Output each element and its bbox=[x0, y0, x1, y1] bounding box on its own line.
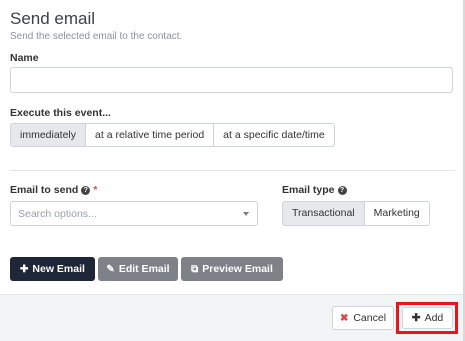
preview-email-label: Preview Email bbox=[202, 263, 273, 275]
edit-email-button[interactable]: ✎ Edit Email bbox=[98, 257, 178, 281]
execute-button-group: immediately at a relative time period at… bbox=[10, 123, 335, 147]
email-type-transactional[interactable]: Transactional bbox=[282, 201, 365, 226]
email-type-button-group: Transactional Marketing bbox=[282, 201, 430, 226]
modal-body: Send email Send the selected email to th… bbox=[0, 0, 465, 294]
email-to-send-label: Email to send? * bbox=[10, 184, 97, 196]
add-button[interactable]: ✚ Add bbox=[402, 307, 453, 329]
email-type-label: Email type? bbox=[282, 184, 347, 196]
email-type-marketing[interactable]: Marketing bbox=[363, 201, 430, 226]
external-link-icon: ⧉ bbox=[191, 263, 199, 275]
add-label: Add bbox=[424, 312, 444, 324]
new-email-button[interactable]: ✚ New Email bbox=[10, 257, 95, 281]
dialog-subtitle: Send the selected email to the contact. bbox=[10, 31, 183, 42]
edit-icon: ✎ bbox=[106, 263, 115, 275]
execute-label: Execute this event... bbox=[10, 107, 111, 119]
execute-option-immediately[interactable]: immediately bbox=[10, 123, 87, 147]
section-divider bbox=[10, 170, 455, 171]
email-select-placeholder: Search options... bbox=[18, 208, 97, 220]
execute-option-relative[interactable]: at a relative time period bbox=[85, 123, 215, 147]
preview-email-button[interactable]: ⧉ Preview Email bbox=[181, 257, 283, 281]
dialog-title: Send email bbox=[10, 9, 96, 28]
question-circle-icon: ? bbox=[81, 186, 91, 195]
cancel-label: Cancel bbox=[353, 312, 387, 324]
plus-icon: ✚ bbox=[411, 312, 421, 324]
plus-icon: ✚ bbox=[20, 263, 29, 275]
required-mark: * bbox=[93, 184, 98, 196]
email-select[interactable]: Search options... bbox=[10, 201, 258, 226]
cancel-button[interactable]: ✖ Cancel bbox=[332, 306, 394, 330]
question-circle-icon: ? bbox=[337, 186, 347, 195]
email-to-send-label-text: Email to send bbox=[10, 184, 79, 196]
name-input[interactable] bbox=[10, 67, 453, 93]
name-label: Name bbox=[10, 52, 39, 64]
caret-down-icon[interactable] bbox=[243, 212, 249, 216]
email-type-label-text: Email type bbox=[282, 184, 335, 196]
edit-email-label: Edit Email bbox=[118, 263, 170, 275]
new-email-label: New Email bbox=[32, 263, 85, 275]
execute-option-specific[interactable]: at a specific date/time bbox=[213, 123, 335, 147]
times-icon: ✖ bbox=[339, 312, 349, 324]
